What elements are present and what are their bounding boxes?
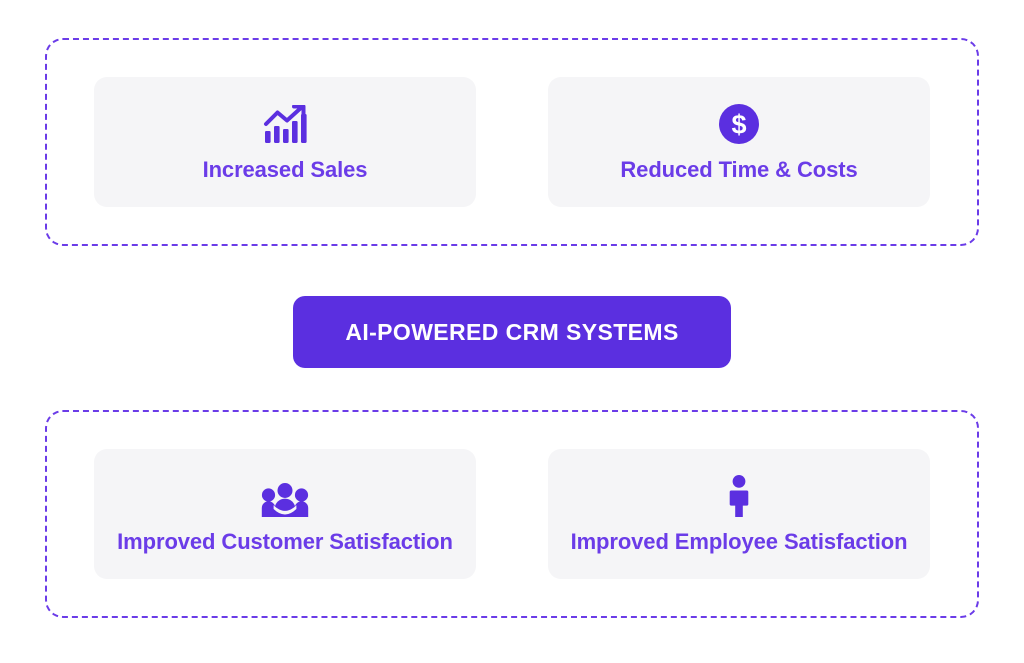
svg-text:$: $: [731, 110, 746, 140]
people-group-icon: [261, 475, 309, 517]
benefit-card-label: Increased Sales: [202, 157, 368, 182]
bottom-benefits-group: Improved Customer Satisfaction Improved …: [45, 410, 979, 618]
crm-benefits-diagram: Increased Sales $ Reduced Time & Costs A…: [0, 0, 1024, 663]
center-pill-label: AI-POWERED CRM SYSTEMS: [345, 318, 679, 345]
person-icon: [727, 475, 751, 517]
dollar-circle-icon: $: [718, 103, 760, 145]
benefit-card-increased-sales[interactable]: Increased Sales: [94, 77, 476, 207]
top-benefits-group: Increased Sales $ Reduced Time & Costs: [45, 38, 979, 246]
benefit-card-label: Improved Customer Satisfaction: [117, 529, 453, 554]
ai-powered-crm-systems-button[interactable]: AI-POWERED CRM SYSTEMS: [293, 296, 731, 368]
benefit-card-reduced-time-costs[interactable]: $ Reduced Time & Costs: [548, 77, 930, 207]
benefit-card-label: Improved Employee Satisfaction: [570, 529, 908, 554]
benefit-card-label: Reduced Time & Costs: [620, 157, 858, 182]
benefit-card-improved-customer-satisfaction[interactable]: Improved Customer Satisfaction: [94, 449, 476, 579]
bar-chart-trend-up-icon: [263, 103, 307, 145]
benefit-card-improved-employee-satisfaction[interactable]: Improved Employee Satisfaction: [548, 449, 930, 579]
